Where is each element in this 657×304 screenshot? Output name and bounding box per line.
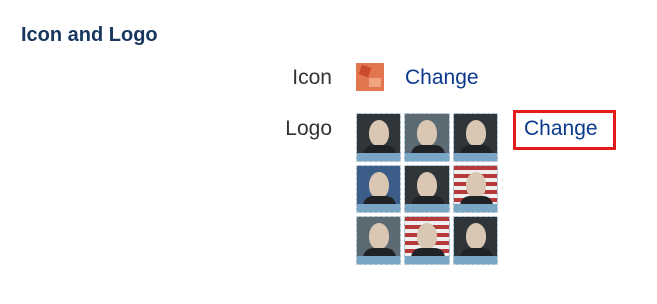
logo-label: Logo	[285, 117, 332, 140]
icon-and-logo-panel: Icon and Logo Icon Change Logo Change	[0, 0, 657, 304]
stamp-9	[452, 216, 498, 265]
change-logo-link[interactable]: Change	[524, 116, 598, 142]
logo-preview-image	[356, 113, 498, 265]
stamp-1	[356, 113, 402, 162]
stamp-6	[452, 164, 498, 214]
change-icon-link[interactable]: Change	[405, 65, 479, 91]
stamp-8	[404, 216, 450, 265]
stamp-3	[452, 113, 498, 162]
stamp-4	[356, 164, 402, 214]
section-title: Icon and Logo	[21, 24, 158, 46]
stamp-2	[404, 113, 450, 162]
icon-label: Icon	[292, 66, 332, 89]
stamp-5	[404, 164, 450, 214]
icon-preview-image	[356, 63, 384, 91]
stamp-7	[356, 216, 402, 265]
